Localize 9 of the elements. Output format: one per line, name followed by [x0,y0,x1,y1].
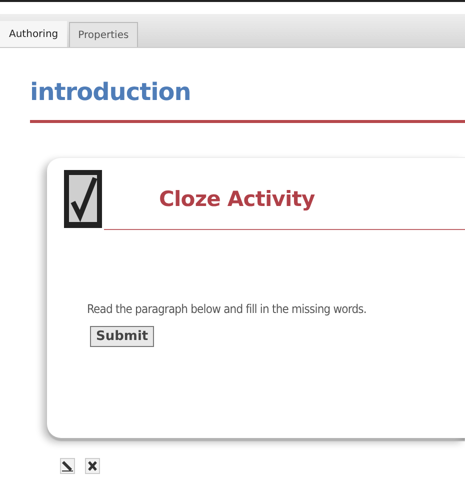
delete-icon[interactable] [85,458,100,474]
submit-button[interactable]: Submit [90,326,154,347]
checkbox-icon [62,168,104,230]
page-title: introduction [30,78,192,108]
instructions-text: Read the paragraph below and fill in the missing words. [87,302,368,316]
activity-title: Cloze Activity [159,187,315,211]
tab[interactable]: Properties [69,22,138,47]
tab[interactable]: Authoring [0,21,68,47]
pencil-icon[interactable] [60,458,75,474]
